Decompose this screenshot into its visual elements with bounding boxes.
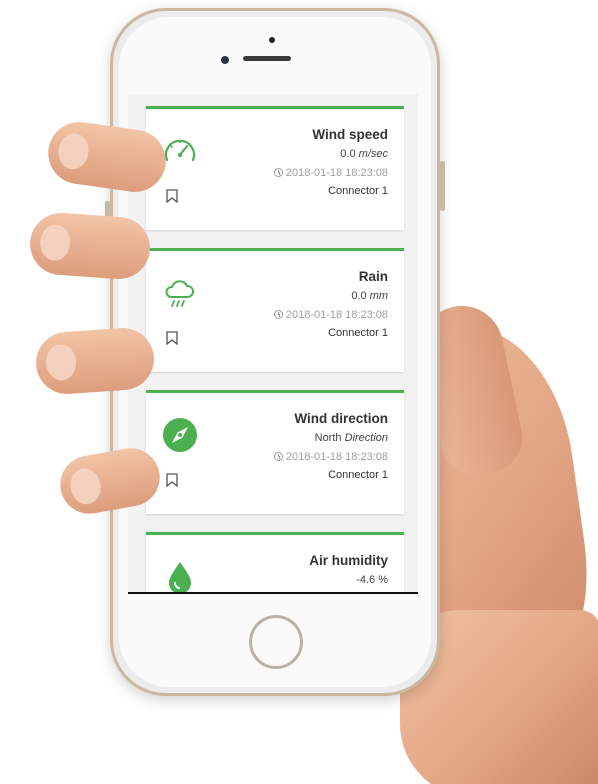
hand-ring-finger xyxy=(33,325,157,397)
card-title: Air humidity xyxy=(309,553,388,568)
rain-cloud-icon xyxy=(165,280,194,307)
screen-bottom-edge xyxy=(128,592,418,594)
power-button xyxy=(440,161,445,211)
sensor-card-wind-direction[interactable]: Wind direction North Direction 2018-01-1… xyxy=(146,390,404,514)
clock-icon xyxy=(273,310,283,319)
clock-icon xyxy=(273,452,283,461)
card-timestamp: 2018-01-18 18:23:08 xyxy=(273,164,388,182)
water-drop-icon xyxy=(169,562,191,594)
compass-icon xyxy=(163,418,197,452)
front-camera xyxy=(221,56,229,64)
sensor-card-wind-speed[interactable]: Wind speed 0.0 m/sec 2018-01-18 18:23:08… xyxy=(146,106,404,230)
bookmark-icon[interactable] xyxy=(166,189,178,203)
sensor-card-air-humidity[interactable]: Air humidity -4.6 % xyxy=(146,532,404,594)
card-timestamp: 2018-01-18 18:23:08 xyxy=(273,448,388,466)
bookmark-icon[interactable] xyxy=(166,473,178,487)
card-unit: mm xyxy=(369,290,388,302)
card-unit: m/sec xyxy=(358,148,388,160)
card-value: -4.6 % xyxy=(356,574,388,586)
bookmark-icon[interactable] xyxy=(166,331,178,345)
card-value: 0.0 m/sec xyxy=(340,148,388,160)
card-value: 0.0 mm xyxy=(351,290,388,302)
hand-middle-finger xyxy=(27,210,153,282)
card-title: Rain xyxy=(358,269,388,284)
earpiece-speaker xyxy=(243,56,291,61)
card-unit: Direction xyxy=(344,432,388,444)
app-screen: Wind speed 0.0 m/sec 2018-01-18 18:23:08… xyxy=(128,94,418,594)
card-connector: Connector 1 xyxy=(328,469,388,481)
proximity-sensor xyxy=(269,37,275,43)
card-connector: Connector 1 xyxy=(328,327,388,339)
speedometer-icon xyxy=(164,139,196,162)
card-timestamp: 2018-01-18 18:23:08 xyxy=(273,306,388,324)
card-title: Wind speed xyxy=(312,127,388,142)
clock-icon xyxy=(273,168,283,177)
card-title: Wind direction xyxy=(294,411,388,426)
sensor-card-rain[interactable]: Rain 0.0 mm 2018-01-18 18:23:08 Connecto… xyxy=(146,248,404,372)
card-value: North Direction xyxy=(314,432,388,444)
home-button[interactable] xyxy=(249,615,303,669)
card-connector: Connector 1 xyxy=(328,185,388,197)
